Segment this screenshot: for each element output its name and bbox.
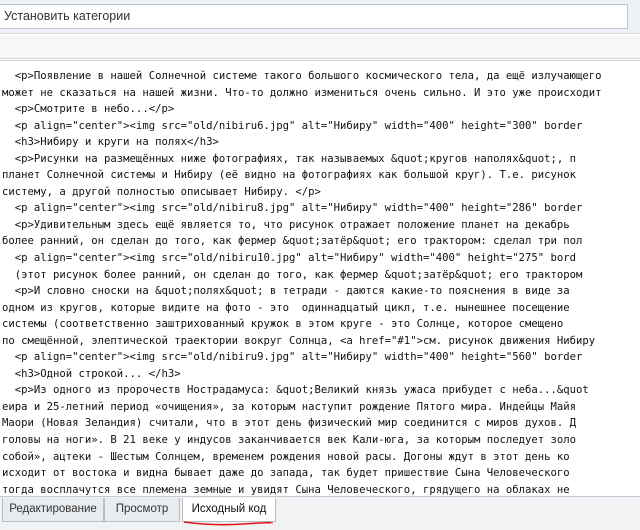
source-code-lines: <p>Появление в нашей Солнечной системе т… <box>2 68 640 497</box>
code-line: головы на ноги». В 21 веке у индусов зак… <box>2 434 577 447</box>
code-line: <p>Рисунки на размещённых ниже фотографи… <box>2 152 577 165</box>
categories-bar: Установить категории <box>0 0 640 34</box>
code-line: системы (соответственно заштрихованный к… <box>2 318 564 331</box>
editor-toolbar <box>0 35 640 59</box>
code-line: <h3>Нибиру и круги на полях</h3> <box>2 136 219 149</box>
code-line: исходит от востока и видна бывает даже д… <box>2 467 570 480</box>
tab-preview[interactable]: Просмотр <box>104 498 180 522</box>
code-line: систему, а другой полностью описывает Ни… <box>2 185 321 198</box>
code-line: одном из кругов, которые видите на фото … <box>2 301 570 314</box>
code-line: <h3>Одной строкой... </h3> <box>2 367 181 380</box>
editor-mode-tabs: Редактирование Просмотр Исходный код <box>0 496 640 530</box>
code-line: по смещённой, элептической траектории во… <box>2 334 596 347</box>
code-line: <p align="center"><img src="old/nibiru10… <box>2 252 577 265</box>
code-line: тогда восплачутся все племена земные и у… <box>2 483 570 496</box>
code-line: Маори (Новая Зеландия) считали, что в эт… <box>2 417 577 430</box>
code-line: может не сказаться на нашей жизни. Что-т… <box>2 86 602 99</box>
set-categories-input[interactable]: Установить категории <box>0 4 628 29</box>
source-code-editor[interactable]: <p>Появление в нашей Солнечной системе т… <box>0 60 640 497</box>
code-line: <p align="center"><img src="old/nibiru6.… <box>2 119 583 132</box>
code-line: более ранний, он сделан до того, как фер… <box>2 235 583 248</box>
code-line: планет Солнечной системы и Нибиру (её ви… <box>2 169 577 182</box>
code-line: <p align="center"><img src="old/nibiru8.… <box>2 202 583 215</box>
tab-edit[interactable]: Редактирование <box>2 498 104 522</box>
code-line: eира и 25-летний период «очищения», за к… <box>2 400 577 413</box>
code-line: <p>И словно сноски на &quot;полях&quot; … <box>2 285 570 298</box>
code-line: <p align="center"><img src="old/nibiru9.… <box>2 351 583 364</box>
annotation-underline <box>183 521 273 526</box>
code-line: <p>Из одного из пророчеств Нострадамуса:… <box>2 384 589 397</box>
code-line: (этот рисунок более ранний, он сделан до… <box>2 268 583 281</box>
tab-source-code[interactable]: Исходный код <box>182 498 276 522</box>
code-line: <p>Смотрите в небо...</p> <box>2 103 175 116</box>
code-line: <p>Появление в нашей Солнечной системе т… <box>2 70 602 82</box>
code-line: собой», ацтеки - Шестым Солнцем, времене… <box>2 450 570 463</box>
code-line: <p>Удивительным здесь ещё является то, ч… <box>2 218 570 231</box>
